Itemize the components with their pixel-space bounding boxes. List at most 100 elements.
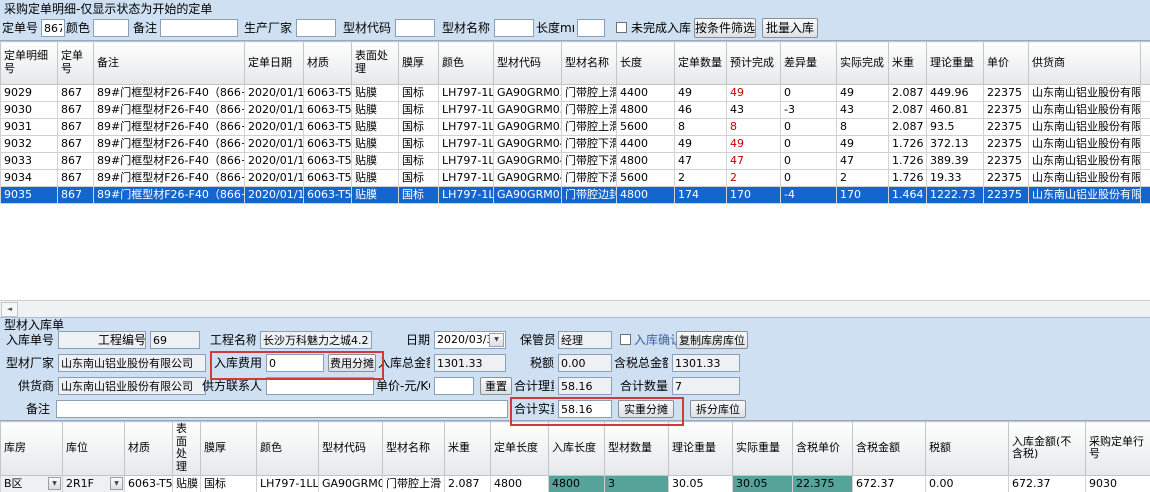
cell-expected-done: 8	[727, 119, 781, 136]
project-name-input[interactable]	[260, 331, 372, 349]
date-input[interactable]: 2020/03/31 ▼	[434, 331, 506, 349]
order-panel-title: 采购定单明细-仅显示状态为开始的定单	[4, 1, 212, 17]
project-no-input[interactable]	[150, 331, 200, 349]
cell-clipped	[1141, 136, 1150, 153]
col-header[interactable]: 型材代码	[319, 422, 383, 476]
unfinished-checkbox[interactable]	[616, 22, 627, 33]
col-header[interactable]: 表面处理	[173, 422, 201, 476]
cell-taxed-unit-price[interactable]: 22.375	[793, 475, 853, 492]
tax-input[interactable]	[558, 354, 612, 372]
col-header[interactable]: 米重	[889, 42, 927, 85]
col-header[interactable]: 膜厚	[399, 42, 439, 85]
col-header[interactable]: 表面处理	[352, 42, 399, 85]
order-table-row[interactable]: 9033 867 89#门框型材F26-F40（866+867） 2020/01…	[1, 153, 1150, 170]
reset-button[interactable]: 重置	[480, 377, 512, 395]
profile-name-input[interactable]	[494, 19, 534, 37]
col-header[interactable]: 含税单价	[793, 422, 853, 476]
cell-actual-weight[interactable]: 30.05	[733, 475, 793, 492]
cell-inbound-length[interactable]: 4800	[549, 475, 605, 492]
col-header[interactable]: 定单数量	[675, 42, 727, 85]
col-header[interactable]: 预计完成	[727, 42, 781, 85]
col-header[interactable]: 型材名称	[383, 422, 445, 476]
color-input[interactable]	[93, 19, 129, 37]
order-table-row[interactable]: 9031 867 89#门框型材F26-F40（866+867） 2020/01…	[1, 119, 1150, 136]
col-header[interactable]: 定单长度	[491, 422, 549, 476]
inbound-table-row[interactable]: B区▼ 2R1F▼ 6063-T5 贴膜 国标 LH797-1LL0 GA90G…	[1, 475, 1150, 492]
length-input[interactable]	[577, 19, 605, 37]
col-header[interactable]: 颜色	[439, 42, 494, 85]
col-header[interactable]: 材质	[125, 422, 173, 476]
order-table-row[interactable]: 9032 867 89#门框型材F26-F40（866+867） 2020/01…	[1, 136, 1150, 153]
col-header[interactable]: 供货商	[1029, 42, 1141, 85]
tax-total-input[interactable]	[672, 354, 740, 372]
col-header[interactable]: 理论重量	[927, 42, 984, 85]
cell-profile-qty[interactable]: 3	[605, 475, 669, 492]
cell-location-dropdown[interactable]: 2R1F▼	[63, 475, 125, 492]
manufacturer-input[interactable]	[296, 19, 336, 37]
scroll-left-icon[interactable]: ◄	[1, 302, 18, 317]
cell-expected-done: 49	[727, 85, 781, 102]
cell-actual-done: 2	[837, 170, 889, 187]
col-header[interactable]: 材质	[304, 42, 352, 85]
col-header[interactable]: 差异量	[781, 42, 837, 85]
order-table-row[interactable]: 9035 867 89#门框型材F26-F40（866+867） 2020/01…	[1, 187, 1150, 204]
cell-actual-done: 47	[837, 153, 889, 170]
unit-price-input[interactable]	[434, 377, 474, 395]
note-filter-input[interactable]	[160, 19, 238, 37]
theory-weight-total-input[interactable]	[558, 377, 612, 395]
calendar-dropdown-icon[interactable]: ▼	[489, 333, 504, 347]
cell-material: 6063-T5	[125, 475, 173, 492]
dropdown-arrow-icon[interactable]: ▼	[48, 477, 61, 490]
order-table-row[interactable]: 9034 867 89#门框型材F26-F40（866+867） 2020/01…	[1, 170, 1150, 187]
dropdown-arrow-icon[interactable]: ▼	[110, 477, 123, 490]
cell-order-detail-no: 9031	[1, 119, 58, 136]
inbound-note-input[interactable]	[56, 400, 508, 418]
fee-allocate-button[interactable]: 费用分摊	[328, 354, 376, 372]
col-header[interactable]: 颜色	[257, 422, 319, 476]
col-header[interactable]: 实际重量	[733, 422, 793, 476]
col-header[interactable]: 定单明细号	[1, 42, 58, 85]
col-header[interactable]: 含税金额	[853, 422, 926, 476]
profile-code-input[interactable]	[395, 19, 435, 37]
order-table-row[interactable]: 9030 867 89#门框型材F26-F40（866+867） 2020/01…	[1, 102, 1150, 119]
supplier-input[interactable]	[58, 377, 206, 395]
col-header[interactable]: 采购定单行号	[1086, 422, 1150, 476]
total-amount-input[interactable]	[434, 354, 506, 372]
batch-inbound-button[interactable]: 批量入库	[762, 18, 818, 38]
col-header[interactable]: 定单日期	[245, 42, 304, 85]
contact-input[interactable]	[266, 377, 374, 395]
col-header[interactable]: 型材数量	[605, 422, 669, 476]
actual-weight-total-input[interactable]	[558, 400, 612, 418]
cell-profile-code: GA90GRM03	[494, 85, 562, 102]
keeper-input[interactable]	[558, 331, 612, 349]
col-header[interactable]: 实际完成	[837, 42, 889, 85]
copy-location-button[interactable]: 复制库房库位	[676, 331, 748, 349]
col-header[interactable]: 入库金额(不含税)	[1009, 422, 1086, 476]
col-header[interactable]: 型材名称	[562, 42, 617, 85]
col-header[interactable]: 定单号	[58, 42, 94, 85]
col-header[interactable]: 库房	[1, 422, 63, 476]
col-header[interactable]: 膜厚	[201, 422, 257, 476]
fee-input[interactable]	[266, 354, 324, 372]
col-header[interactable]: 备注	[94, 42, 245, 85]
actual-weight-allocate-button[interactable]: 实重分摊	[618, 400, 674, 418]
col-header[interactable]: 米重	[445, 422, 491, 476]
col-header[interactable]: 库位	[63, 422, 125, 476]
cell-warehouse-dropdown[interactable]: B区▼	[1, 475, 63, 492]
order-table-hscrollbar[interactable]: ◄	[0, 300, 1150, 317]
factory-input[interactable]	[58, 354, 206, 372]
col-header[interactable]: 理论重量	[669, 422, 733, 476]
col-header[interactable]: 型材代码	[494, 42, 562, 85]
split-location-button[interactable]: 拆分库位	[690, 400, 746, 418]
col-header[interactable]: 税额	[926, 422, 1009, 476]
col-header[interactable]: 长度	[617, 42, 675, 85]
order-table-row[interactable]: 9029 867 89#门框型材F26-F40（866+867） 2020/01…	[1, 85, 1150, 102]
inbound-confirm-checkbox[interactable]	[620, 334, 631, 345]
qty-total-input[interactable]	[672, 377, 740, 395]
cell-material: 6063-T5	[304, 170, 352, 187]
col-header[interactable]: 单价	[984, 42, 1029, 85]
cell-order-no: 867	[58, 119, 94, 136]
filter-button[interactable]: 按条件筛选	[694, 18, 756, 38]
col-header[interactable]: 入库长度	[549, 422, 605, 476]
cell-order-qty: 49	[675, 136, 727, 153]
